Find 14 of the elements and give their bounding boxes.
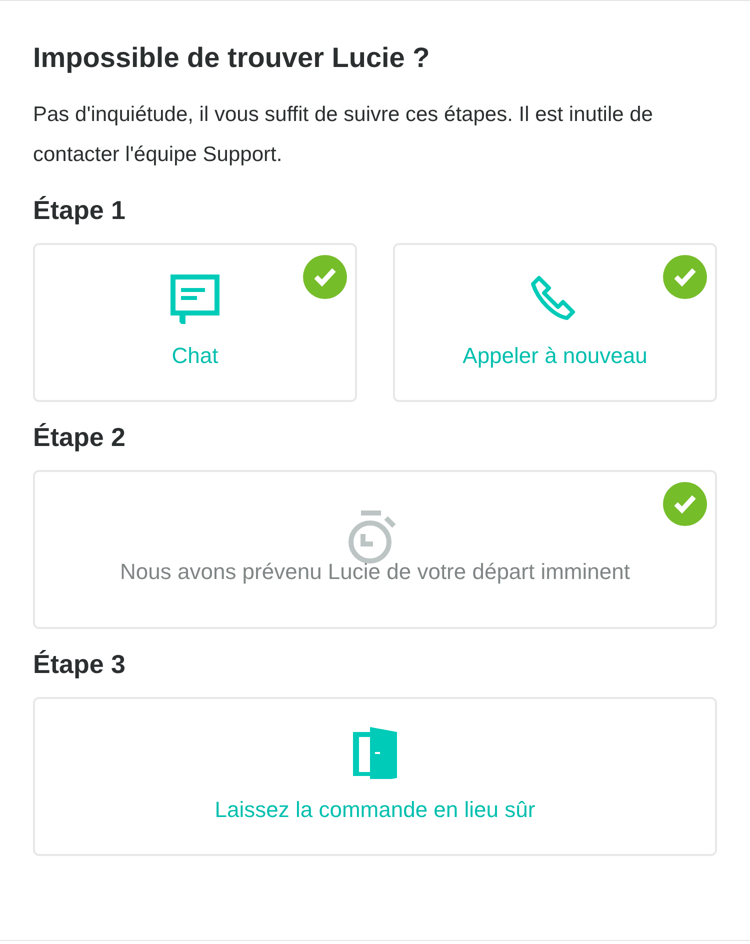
option-card[interactable]: Appeler à nouveau [393, 243, 717, 402]
option-card[interactable]: Chat [33, 243, 357, 402]
step-heading: Étape 3 [33, 648, 126, 681]
option-label: Chat [172, 342, 218, 370]
option-card[interactable]: Laissez la commande en lieu sûr [33, 697, 717, 856]
option-label: Appeler à nouveau [462, 342, 648, 370]
intro-text: Pas d'inquiétude, il vous suffit de suivre ces étapes. Il est inutile de contacter l'équipe Support. [33, 102, 654, 168]
option-label: Nous avons prévenu Lucie de votre départ imminent [120, 558, 630, 586]
title: Impossible de trouver Lucie ? [33, 41, 431, 75]
option-label: Laissez la commande en lieu sûr [214, 796, 536, 824]
door-icon [353, 726, 397, 778]
step-heading: Étape 2 [33, 421, 126, 454]
step-heading: Étape 1 [33, 194, 126, 227]
chat-icon [170, 274, 220, 324]
